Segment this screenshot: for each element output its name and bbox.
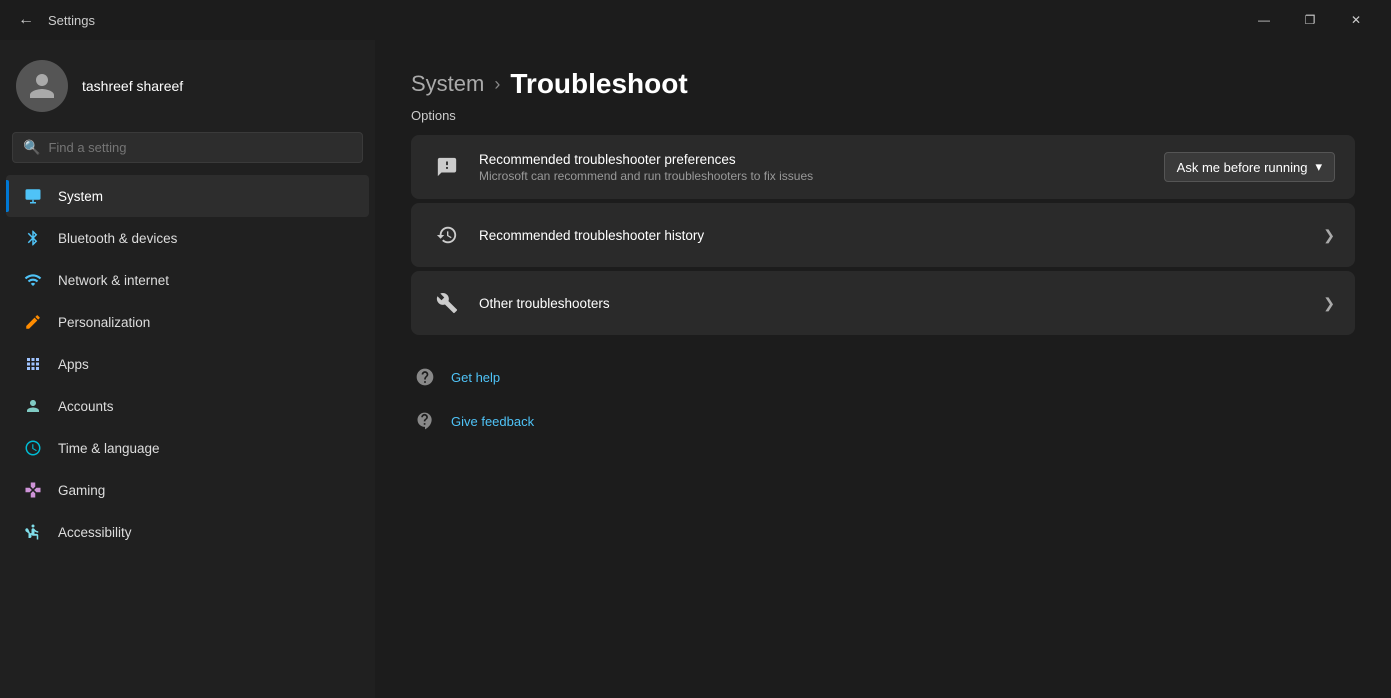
- sidebar-item-time[interactable]: Time & language: [6, 427, 369, 469]
- history-icon: [431, 219, 463, 251]
- sidebar-item-system[interactable]: System: [6, 175, 369, 217]
- accessibility-icon: [22, 521, 44, 543]
- network-icon: [22, 269, 44, 291]
- option-item-recommended-prefs[interactable]: Recommended troubleshooter preferences M…: [411, 135, 1355, 199]
- bluetooth-label: Bluetooth & devices: [58, 231, 177, 246]
- sidebar-item-personalization[interactable]: Personalization: [6, 301, 369, 343]
- personalization-label: Personalization: [58, 315, 150, 330]
- wrench-icon: [431, 287, 463, 319]
- search-icon: 🔍: [23, 139, 40, 156]
- option-card-recommended-history[interactable]: Recommended troubleshooter history ❯: [411, 203, 1355, 267]
- troubleshooter-prefs-icon: [431, 151, 463, 183]
- search-input[interactable]: [48, 140, 352, 155]
- get-help-icon: [411, 363, 439, 391]
- avatar: [16, 60, 68, 112]
- titlebar-title: Settings: [48, 13, 1241, 28]
- gaming-label: Gaming: [58, 483, 105, 498]
- network-label: Network & internet: [58, 273, 169, 288]
- minimize-button[interactable]: —: [1241, 4, 1287, 36]
- recommended-prefs-dropdown[interactable]: Ask me before running ▾: [1164, 152, 1335, 182]
- option-control-recommended-prefs: Ask me before running ▾: [1164, 152, 1335, 182]
- option-item-other-troubleshooters[interactable]: Other troubleshooters ❯: [411, 271, 1355, 335]
- sidebar-item-bluetooth[interactable]: Bluetooth & devices: [6, 217, 369, 259]
- back-button[interactable]: ←: [12, 6, 40, 34]
- option-title-recommended-prefs: Recommended troubleshooter preferences: [479, 152, 1148, 167]
- breadcrumb: System › Troubleshoot: [411, 68, 1355, 100]
- gaming-icon: [22, 479, 44, 501]
- search-box[interactable]: 🔍: [12, 132, 363, 163]
- give-feedback-icon: [411, 407, 439, 435]
- chevron-right-icon-other: ❯: [1323, 295, 1335, 312]
- chevron-right-icon-history: ❯: [1323, 227, 1335, 244]
- apps-icon: [22, 353, 44, 375]
- option-text-recommended-history: Recommended troubleshooter history: [479, 228, 1307, 243]
- give-feedback-link[interactable]: Give feedback: [411, 403, 1355, 439]
- option-item-recommended-history[interactable]: Recommended troubleshooter history ❯: [411, 203, 1355, 267]
- close-button[interactable]: ✕: [1333, 4, 1379, 36]
- time-icon: [22, 437, 44, 459]
- dropdown-value: Ask me before running: [1177, 160, 1308, 175]
- option-card-other-troubleshooters[interactable]: Other troubleshooters ❯: [411, 271, 1355, 335]
- sidebar-item-accessibility[interactable]: Accessibility: [6, 511, 369, 553]
- page-title: Troubleshoot: [510, 68, 687, 100]
- breadcrumb-parent[interactable]: System: [411, 71, 484, 97]
- sidebar-item-gaming[interactable]: Gaming: [6, 469, 369, 511]
- accounts-label: Accounts: [58, 399, 114, 414]
- option-text-recommended-prefs: Recommended troubleshooter preferences M…: [479, 152, 1148, 183]
- sidebar-item-apps[interactable]: Apps: [6, 343, 369, 385]
- user-avatar-icon: [27, 71, 57, 101]
- accounts-icon: [22, 395, 44, 417]
- give-feedback-label[interactable]: Give feedback: [451, 414, 534, 429]
- breadcrumb-separator: ›: [494, 74, 500, 95]
- time-label: Time & language: [58, 441, 160, 456]
- system-icon: [22, 185, 44, 207]
- personalization-icon: [22, 311, 44, 333]
- get-help-label[interactable]: Get help: [451, 370, 500, 385]
- username-label: tashreef shareef: [82, 78, 183, 94]
- help-section: Get help Give feedback: [411, 359, 1355, 439]
- sidebar-item-accounts[interactable]: Accounts: [6, 385, 369, 427]
- option-card-recommended-prefs[interactable]: Recommended troubleshooter preferences M…: [411, 135, 1355, 199]
- search-container: 🔍: [0, 128, 375, 175]
- sidebar-item-network[interactable]: Network & internet: [6, 259, 369, 301]
- get-help-link[interactable]: Get help: [411, 359, 1355, 395]
- section-title: Options: [411, 108, 1355, 123]
- user-profile[interactable]: tashreef shareef: [0, 48, 375, 128]
- option-text-other-troubleshooters: Other troubleshooters: [479, 296, 1307, 311]
- option-desc-recommended-prefs: Microsoft can recommend and run troubles…: [479, 169, 1148, 183]
- option-title-recommended-history: Recommended troubleshooter history: [479, 228, 1307, 243]
- system-label: System: [58, 189, 103, 204]
- content-area: System › Troubleshoot Options Recommende…: [375, 40, 1391, 698]
- apps-label: Apps: [58, 357, 89, 372]
- sidebar: tashreef shareef 🔍 System Bluetooth & de…: [0, 40, 375, 698]
- maximize-button[interactable]: ❐: [1287, 4, 1333, 36]
- option-title-other-troubleshooters: Other troubleshooters: [479, 296, 1307, 311]
- window-controls: — ❐ ✕: [1241, 4, 1379, 36]
- accessibility-label: Accessibility: [58, 525, 132, 540]
- main-container: tashreef shareef 🔍 System Bluetooth & de…: [0, 40, 1391, 698]
- bluetooth-icon: [22, 227, 44, 249]
- dropdown-chevron-icon: ▾: [1315, 159, 1322, 175]
- titlebar: ← Settings — ❐ ✕: [0, 0, 1391, 40]
